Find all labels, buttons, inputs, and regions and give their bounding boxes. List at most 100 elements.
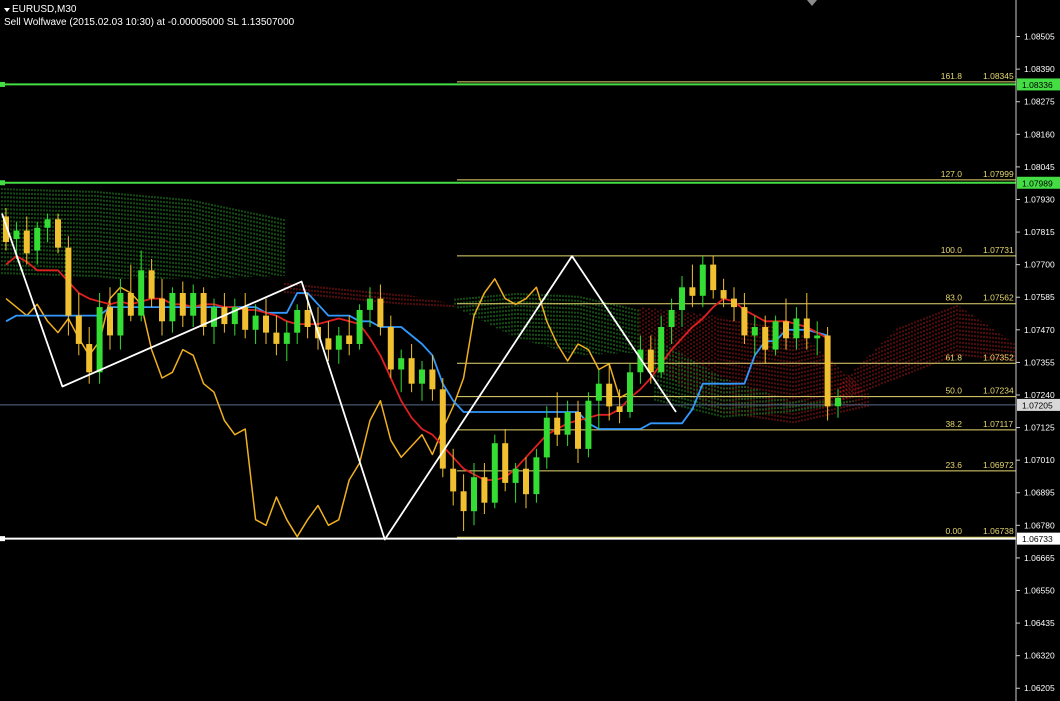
candle-body	[304, 310, 311, 327]
fib-level-label: 0.00	[945, 526, 962, 536]
candle-body	[107, 307, 113, 336]
candle-body	[502, 443, 509, 483]
candle-body	[554, 417, 561, 435]
candle-body	[377, 298, 384, 327]
fib-price-label: 1.07234	[983, 386, 1014, 396]
candle-body	[762, 327, 769, 350]
level-anchor-1.08336	[0, 81, 5, 87]
candle-body	[803, 318, 810, 339]
candle-body	[200, 293, 207, 327]
fib-price-label: 1.07731	[983, 245, 1014, 255]
candle-body	[367, 298, 373, 310]
candle-body	[252, 315, 259, 330]
price-axis-label: 1.06435	[1024, 618, 1055, 628]
price-axis-label: 1.08160	[1024, 129, 1055, 139]
candle-body	[34, 227, 41, 251]
price-axis-label: 1.06780	[1024, 520, 1055, 530]
level-anchor-1.07989	[0, 180, 5, 186]
candle-body	[242, 307, 249, 330]
price-axis[interactable]: 1.08505 1.08390 1.08275 1.08160 1.08045 1.079…	[1015, 0, 1060, 701]
candle-body	[419, 369, 425, 384]
candle-body	[325, 338, 332, 350]
candle-body	[471, 477, 477, 512]
candle-body	[585, 400, 592, 449]
candle-body	[720, 290, 727, 299]
price-tag-label: 1.06733	[1022, 534, 1053, 544]
candle-body	[814, 335, 821, 339]
candle-body	[398, 358, 405, 370]
fib-price-label: 1.08345	[983, 71, 1014, 81]
candle-body	[627, 372, 633, 412]
candle-body	[575, 412, 581, 449]
price-tag-label: 1.07205	[1022, 400, 1053, 410]
level-anchor-1.06733	[0, 536, 5, 542]
candle-body	[335, 335, 342, 350]
candle-body	[793, 318, 800, 339]
candle-body	[346, 335, 353, 344]
wolfwave-pattern[interactable]	[1, 213, 677, 541]
price-axis-label: 1.08505	[1024, 32, 1055, 42]
candle-body	[564, 412, 571, 435]
candle-body	[429, 369, 436, 390]
fib-price-label: 1.06738	[983, 526, 1014, 536]
fib-price-label: 1.07562	[983, 293, 1014, 303]
candle-body	[533, 457, 540, 495]
price-axis-label: 1.06895	[1024, 488, 1055, 498]
fib-price-label: 1.06972	[983, 460, 1014, 470]
candle-body	[159, 298, 165, 322]
candle-body	[731, 298, 737, 308]
candle-body	[835, 397, 841, 407]
candle-body	[408, 358, 415, 384]
price-tag-label: 1.07989	[1022, 178, 1053, 188]
price-axis-label: 1.07585	[1024, 292, 1055, 302]
price-chart[interactable]: 161.8 1.08345 127.0 1.07999 100.0 1.07731 83.0…	[0, 0, 1060, 701]
candle-body	[148, 270, 155, 299]
price-axis-label: 1.07470	[1024, 325, 1055, 335]
candle-body	[211, 307, 217, 327]
price-axis-label: 1.06665	[1024, 553, 1055, 563]
fib-price-label: 1.07117	[983, 419, 1013, 429]
price-tag-label: 1.08336	[1022, 80, 1053, 90]
fib-level-label: 23.6	[945, 460, 962, 470]
candle-body	[668, 310, 675, 327]
candle-body	[127, 293, 134, 316]
candle-body	[273, 332, 280, 344]
candle-body	[439, 389, 446, 469]
candle-body	[75, 315, 82, 344]
fib-level-label: 100.0	[941, 245, 963, 255]
candle-body	[543, 417, 550, 458]
candle-body	[595, 383, 602, 401]
price-axis-label: 1.06320	[1024, 651, 1055, 661]
price-axis-label: 1.07240	[1024, 390, 1055, 400]
candle-body	[96, 307, 103, 373]
candle-body	[387, 327, 394, 370]
candle-body	[294, 310, 301, 333]
candle-body	[44, 219, 51, 228]
candle-body	[741, 307, 748, 336]
fib-level-label: 161.8	[941, 71, 963, 81]
candle-body	[751, 327, 758, 336]
price-axis-label: 1.07125	[1024, 423, 1055, 433]
candle-body	[783, 321, 789, 339]
price-axis-label: 1.08275	[1024, 97, 1055, 107]
price-axis-label: 1.07700	[1024, 260, 1055, 270]
candle-body	[481, 477, 488, 503]
price-axis-label: 1.06205	[1024, 683, 1055, 693]
candle-body	[710, 264, 717, 291]
candle-body	[512, 468, 519, 483]
fib-level-label: 83.0	[945, 293, 962, 303]
ichimoku-cloud	[1, 188, 1015, 424]
price-axis-label: 1.07010	[1024, 455, 1055, 465]
fib-level-label: 127.0	[941, 169, 963, 179]
candle-body	[772, 321, 779, 350]
candle-body	[55, 219, 61, 248]
fib-level-label: 50.0	[945, 386, 962, 396]
price-axis-label: 1.07815	[1024, 227, 1055, 237]
candle-body	[460, 491, 467, 512]
candle-body	[824, 335, 831, 407]
candle-body	[679, 287, 685, 310]
candle-body	[689, 287, 696, 296]
price-axis-label: 1.08390	[1024, 64, 1055, 74]
price-axis-label: 1.06550	[1024, 585, 1055, 595]
candle-body	[606, 383, 613, 407]
